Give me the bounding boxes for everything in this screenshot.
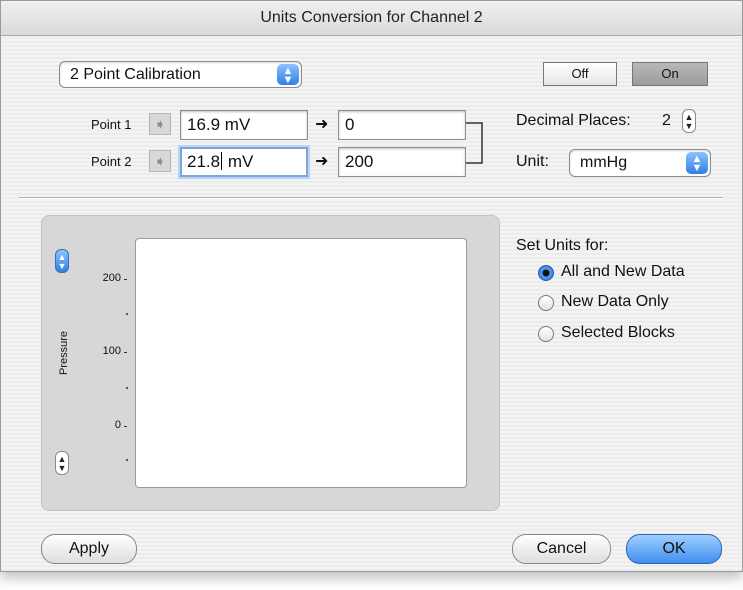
y-tick-label: 100 — [102, 345, 121, 357]
apply-button[interactable]: Apply — [41, 534, 137, 564]
y-scale-down-stepper[interactable]: ▲ ▼ — [55, 451, 69, 475]
y-minor-tick — [126, 313, 128, 315]
up-down-arrows-icon: ▲ ▼ — [686, 152, 708, 174]
y-tick-mark — [124, 352, 127, 353]
point-2-input-field[interactable]: 21.8 mV — [180, 147, 308, 177]
point-1-input-field[interactable]: 16.9 mV — [180, 110, 308, 140]
y-scale-up-stepper[interactable]: ▲ ▼ — [55, 249, 69, 273]
y-axis-label: Pressure — [58, 330, 70, 375]
right-arrow-icon: ➜ — [315, 153, 329, 170]
unit-label: Unit: — [516, 153, 549, 170]
radio-selected-blocks[interactable] — [538, 326, 554, 342]
plot-area[interactable] — [135, 238, 467, 488]
point-2-input-unit: mV — [223, 152, 254, 171]
y-tick-mark — [124, 426, 127, 427]
decimal-places-stepper[interactable]: ▲ ▼ — [682, 109, 696, 133]
calibration-mode-label: 2 Point Calibration — [70, 66, 201, 83]
unit-value: mmHg — [580, 154, 628, 171]
point-2-output-field[interactable]: 200 — [338, 147, 466, 177]
point-2-label: Point 2 — [91, 154, 132, 169]
on-toggle-button[interactable]: On — [632, 62, 708, 86]
off-toggle-button[interactable]: Off — [543, 62, 617, 86]
window-title: Units Conversion for Channel 2 — [1, 1, 742, 36]
right-arrow-icon[interactable]: ➧ — [149, 113, 171, 135]
unit-popup[interactable]: mmHg ▲ ▼ — [569, 149, 711, 177]
y-minor-tick — [126, 387, 128, 389]
point-1-output-field[interactable]: 0 — [338, 110, 466, 140]
right-arrow-icon: ➜ — [315, 116, 329, 133]
y-tick-label: 200 — [102, 272, 121, 284]
point-1-label: Point 1 — [91, 117, 132, 132]
up-down-arrows-icon: ▲ ▼ — [277, 64, 299, 86]
text-caret — [221, 152, 223, 170]
right-arrow-icon[interactable]: ➧ — [149, 150, 171, 172]
radio-label-all-and-new-data[interactable]: All and New Data — [561, 263, 685, 281]
y-minor-tick — [126, 459, 128, 461]
radio-label-selected-blocks[interactable]: Selected Blocks — [561, 324, 675, 342]
y-tick-label: 0 — [114, 419, 121, 431]
radio-all-and-new-data[interactable] — [538, 265, 554, 281]
decimal-places-label: Decimal Places: — [516, 112, 631, 129]
separator — [19, 197, 723, 199]
radio-new-data-only[interactable] — [538, 295, 554, 311]
ok-button[interactable]: OK — [626, 534, 722, 564]
y-tick-mark — [124, 279, 127, 280]
set-units-label: Set Units for: — [516, 237, 609, 254]
calibration-mode-popup[interactable]: 2 Point Calibration ▲ ▼ — [59, 61, 302, 88]
point-2-input-text: 21.8 — [187, 152, 221, 171]
cancel-button[interactable]: Cancel — [512, 534, 611, 564]
bracket-connector — [466, 122, 483, 164]
decimal-places-value: 2 — [662, 112, 671, 129]
radio-label-new-data-only[interactable]: New Data Only — [561, 293, 669, 311]
units-conversion-window: Units Conversion for Channel 2 2 Point C… — [0, 0, 743, 572]
